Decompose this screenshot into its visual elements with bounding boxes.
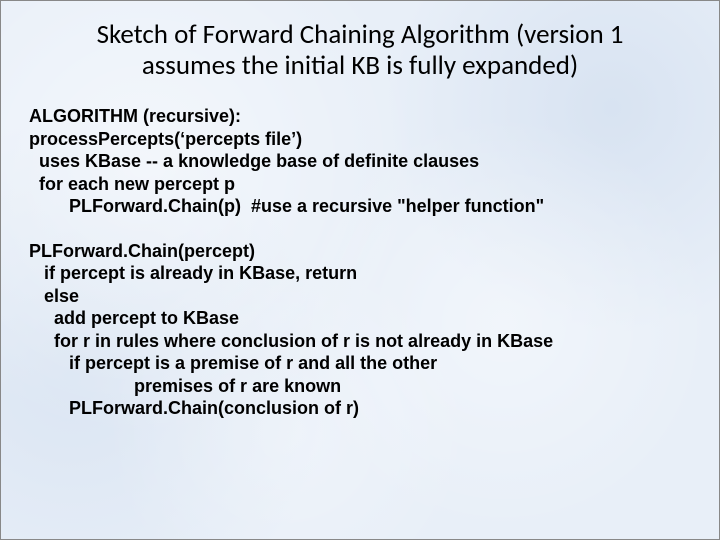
title-line-1: Sketch of Forward Chaining Algorithm (ve… bbox=[97, 18, 624, 51]
code-line: for each new percept p bbox=[29, 173, 691, 196]
code-line: if percept is a premise of r and all the… bbox=[29, 352, 691, 375]
algorithm-block-1: ALGORITHM (recursive): processPercepts(‘… bbox=[29, 105, 691, 218]
title-line-2: assumes the initial KB is fully expanded… bbox=[142, 49, 578, 82]
code-line: add percept to KBase bbox=[29, 307, 691, 330]
code-line: premises of r are known bbox=[29, 375, 691, 398]
code-line: PLForward.Chain(p) #use a recursive "hel… bbox=[29, 195, 691, 218]
code-line: PLForward.Chain(conclusion of r) bbox=[29, 397, 691, 420]
code-line: for r in rules where conclusion of r is … bbox=[29, 330, 691, 353]
code-line: if percept is already in KBase, return bbox=[29, 262, 691, 285]
code-line: PLForward.Chain(percept) bbox=[29, 240, 691, 263]
slide-title: Sketch of Forward Chaining Algorithm (ve… bbox=[1, 1, 719, 81]
code-line: uses KBase -- a knowledge base of defini… bbox=[29, 150, 691, 173]
algorithm-block-2: PLForward.Chain(percept) if percept is a… bbox=[29, 240, 691, 420]
code-line: processPercepts(‘percepts file’) bbox=[29, 128, 691, 151]
code-line: ALGORITHM (recursive): bbox=[29, 105, 691, 128]
slide-body: ALGORITHM (recursive): processPercepts(‘… bbox=[1, 81, 719, 420]
code-line: else bbox=[29, 285, 691, 308]
